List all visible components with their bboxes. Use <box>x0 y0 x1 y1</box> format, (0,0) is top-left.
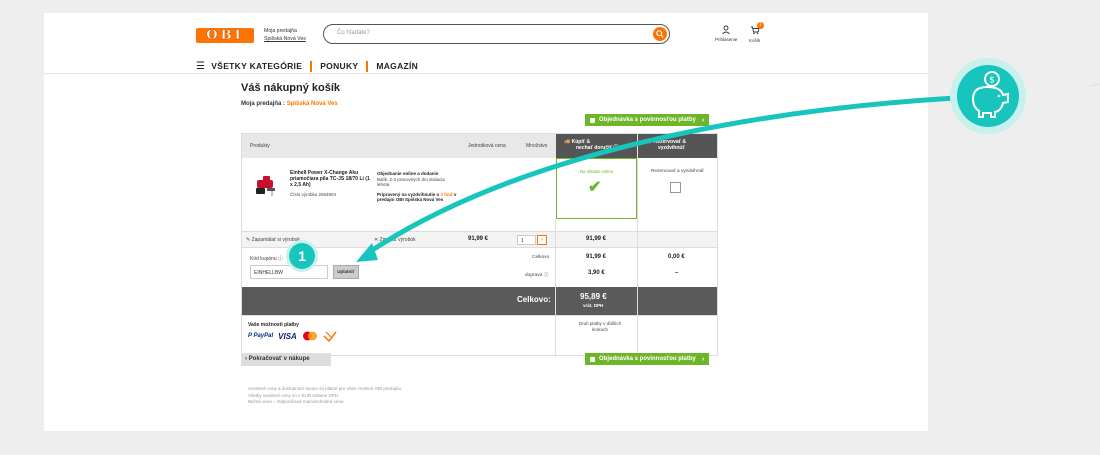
tutorial-arrow <box>356 83 1100 262</box>
svg-text:$: $ <box>989 76 995 86</box>
piggy-bank-icon: $ <box>971 71 1009 118</box>
step-badge: 1 <box>286 240 318 272</box>
piggy-bank-badge: $ <box>950 58 1026 134</box>
step-number: 1 <box>289 243 315 269</box>
